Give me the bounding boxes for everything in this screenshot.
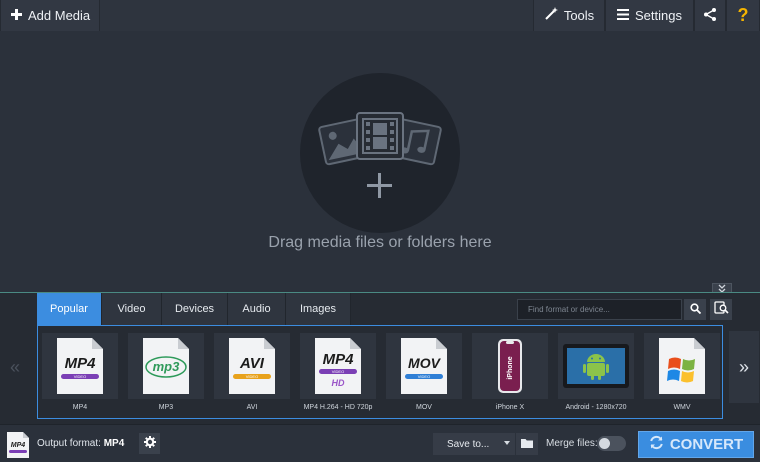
plus-icon [11,8,22,23]
scroll-right-button[interactable]: » [729,331,759,403]
drop-zone[interactable]: Drag media files or folders here [0,31,760,292]
svg-text:MP4: MP4 [11,442,26,449]
menu-icon [617,8,629,23]
chevron-down-icon [504,441,510,445]
help-icon: ? [737,5,749,25]
format-label-mp4: MP4 [72,404,88,411]
tools-button[interactable]: Tools [533,0,605,31]
format-label-mp4-hd: MP4 H.264 - HD 720p [303,404,373,411]
merge-files-toggle[interactable] [597,436,626,451]
format-label-android: Android - 1280x720 [565,404,627,411]
search-icon [689,301,701,319]
top-toolbar: Add Media Tools Settings ? [0,0,760,31]
output-settings-button[interactable] [139,433,160,454]
add-media-label: Add Media [28,8,91,23]
format-label-wmv: WMV [673,404,691,411]
output-format-label: Output format: MP4 [37,438,124,449]
output-format-prefix: Output format: [37,438,101,449]
mov-icon: MOV VIDEO [401,338,447,394]
format-tile-wmv[interactable] [644,333,720,399]
format-tile-mp3[interactable]: mp3 [128,333,204,399]
iphone-icon: iPhone [498,339,522,393]
format-tile-mov[interactable]: MOV VIDEO [386,333,462,399]
add-media-button[interactable]: Add Media [0,0,100,31]
mp3-icon: mp3 [143,338,189,394]
share-button[interactable] [694,0,726,31]
tab-video[interactable]: Video [102,293,162,325]
format-panel: Popular Video Devices Audio Images Find … [0,292,760,424]
mp4-icon: MP4 VIDEO [57,338,103,394]
chevron-right-icon: » [738,356,749,377]
tools-label: Tools [563,8,595,23]
device-search-icon [713,300,729,319]
gear-icon [143,435,156,453]
format-label-mov: MOV [416,404,432,411]
convert-button[interactable]: CONVERT [638,431,754,458]
convert-label: CONVERT [669,436,744,453]
svg-text:VIDEO: VIDEO [246,374,258,379]
share-icon [704,7,716,24]
format-tile-android[interactable] [558,333,634,399]
save-to-dropdown[interactable]: Save to... [433,433,515,455]
tab-devices[interactable]: Devices [162,293,228,325]
bottom-bar: MP4 Output format: MP4 Save to... Merge … [0,424,760,462]
svg-text:VIDEO: VIDEO [332,369,344,374]
avi-icon: AVI VIDEO [229,338,275,394]
svg-text:MP4: MP4 [323,351,355,368]
format-label-iphone-x: iPhone X [495,404,525,411]
svg-text:VIDEO: VIDEO [74,374,86,379]
format-tile-avi[interactable]: AVI VIDEO [214,333,290,399]
format-tabs: Popular Video Devices Audio Images [37,293,351,325]
refresh-icon [649,435,664,454]
svg-text:MOV: MOV [408,355,442,371]
settings-label: Settings [635,8,682,23]
svg-text:VIDEO: VIDEO [418,374,430,379]
tab-images[interactable]: Images [286,293,351,325]
merge-files-label: Merge files: [546,438,598,449]
drop-hint: Drag media files or folders here [268,234,492,251]
open-folder-button[interactable] [516,433,538,455]
format-list: MP4 VIDEO MP4 mp3 MP3 AVI VIDEO AVI MP4 … [37,325,723,419]
settings-button[interactable]: Settings [605,0,694,31]
svg-text:MP4: MP4 [65,355,97,372]
search-button[interactable] [684,299,706,320]
magic-wand-icon [544,7,558,24]
help-button[interactable]: ? [726,0,760,31]
format-label-mp3: MP3 [158,404,174,411]
format-tile-iphone-x[interactable]: iPhone [472,333,548,399]
format-search-input[interactable]: Find format or device... [517,299,682,320]
svg-text:iPhone: iPhone [507,356,514,379]
scroll-left-button[interactable]: « [0,331,30,403]
save-to-label: Save to... [447,438,490,450]
drop-circle[interactable] [300,73,460,233]
wmv-icon [659,338,705,394]
output-format-value: MP4 [103,438,125,449]
toggle-knob [599,438,610,449]
format-tile-mp4[interactable]: MP4 VIDEO [42,333,118,399]
media-files-icon [318,112,442,198]
mp4-hd-icon: MP4 VIDEO HD [315,338,361,394]
svg-text:HD: HD [332,378,345,388]
chevron-left-icon: « [9,356,20,377]
folder-icon [521,435,533,453]
detect-device-button[interactable] [710,299,732,320]
format-tile-mp4-hd[interactable]: MP4 VIDEO HD [300,333,376,399]
format-label-avi: AVI [246,404,258,411]
output-format-icon: MP4 [7,432,29,458]
tab-popular[interactable]: Popular [37,293,102,325]
svg-text:AVI: AVI [239,355,265,372]
tab-audio[interactable]: Audio [228,293,286,325]
svg-text:mp3: mp3 [153,359,181,374]
android-icon [563,344,629,388]
